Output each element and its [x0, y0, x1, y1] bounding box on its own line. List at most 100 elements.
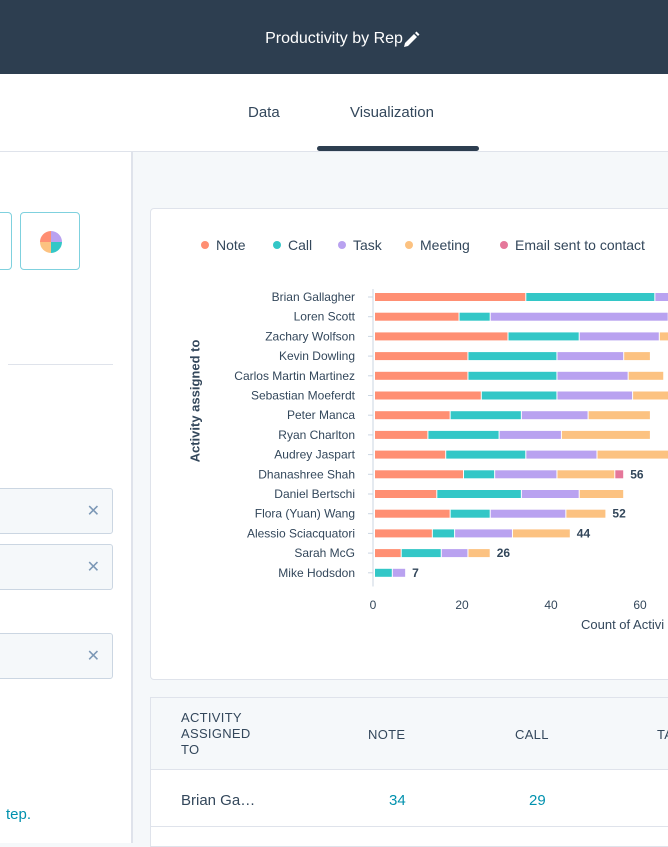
bar-segment-call[interactable] [375, 569, 392, 577]
bar-segment-task[interactable] [455, 529, 512, 537]
bar-segment-task[interactable] [491, 313, 668, 321]
category-label: Brian Gallagher [272, 290, 355, 304]
bar-segment-task[interactable] [495, 470, 556, 478]
table-cell-note[interactable]: 34 [389, 792, 406, 809]
column-header-note[interactable]: NOTE [368, 727, 405, 742]
bar-segment-note[interactable] [375, 313, 459, 321]
table-header: ACTIVITY ASSIGNED TO NOTE CALL TA [151, 698, 668, 770]
category-label: Audrey Jaspart [274, 448, 355, 462]
bar-total-label: 26 [497, 546, 511, 560]
chart-type-button-bar[interactable] [0, 212, 12, 270]
bar-segment-meeting[interactable] [598, 451, 668, 459]
category-label: Dhanashree Shah [258, 467, 355, 481]
bar-segment-task[interactable] [442, 549, 468, 557]
bar-segment-call[interactable] [468, 372, 556, 380]
bar-segment-call[interactable] [482, 392, 557, 400]
x-tick-label: 20 [455, 598, 469, 612]
bar-segment-task[interactable] [500, 431, 561, 439]
bar-segment-meeting[interactable] [513, 529, 570, 537]
filter-pill[interactable]: ✕ [0, 544, 113, 590]
bar-segment-note[interactable] [375, 392, 481, 400]
bar-segment-call[interactable] [460, 313, 490, 321]
bar-segment-task[interactable] [491, 510, 566, 518]
bar-segment-call[interactable] [451, 510, 490, 518]
bar-segment-task[interactable] [557, 392, 632, 400]
bar-segment-task[interactable] [557, 352, 623, 360]
bar-total-label: 56 [630, 467, 644, 481]
bar-segment-call[interactable] [446, 451, 525, 459]
report-header: Productivity by Rep [0, 0, 668, 74]
bar-segment-meeting[interactable] [580, 490, 624, 498]
bar-segment-meeting[interactable] [468, 549, 489, 557]
bar-segment-meeting[interactable] [633, 392, 668, 400]
bar-segment-meeting[interactable] [624, 352, 650, 360]
bar-segment-call[interactable] [451, 411, 521, 419]
panel-divider [8, 364, 113, 365]
bar-segment-meeting[interactable] [566, 510, 605, 518]
column-header-call[interactable]: CALL [515, 727, 549, 742]
remove-filter-icon[interactable]: ✕ [87, 501, 100, 521]
bar-segment-call[interactable] [464, 470, 494, 478]
active-tab-indicator [317, 146, 479, 151]
bar-segment-email-sent-to-contact[interactable] [615, 470, 623, 478]
filter-pill[interactable]: ✕ [0, 633, 113, 679]
bar-segment-meeting[interactable] [589, 411, 650, 419]
bar-segment-task[interactable] [522, 411, 588, 419]
chart-type-button-pie[interactable] [20, 212, 80, 270]
pencil-edit-icon[interactable] [402, 31, 420, 49]
bar-segment-note[interactable] [375, 510, 450, 518]
bar-segment-note[interactable] [375, 332, 508, 340]
column-header-assigned[interactable]: ACTIVITY ASSIGNED TO [181, 710, 271, 758]
bar-segment-call[interactable] [509, 332, 579, 340]
x-tick-label: 0 [370, 598, 377, 612]
tab-visualization[interactable]: Visualization [350, 104, 434, 121]
bar-segment-meeting[interactable] [660, 332, 668, 340]
left-panel: ✕ ✕ ✕ tep. [0, 152, 133, 843]
remove-filter-icon[interactable]: ✕ [87, 557, 100, 577]
step-link[interactable]: tep. [6, 806, 31, 823]
bar-total-label: 7 [412, 566, 419, 580]
bar-segment-note[interactable] [375, 529, 432, 537]
bar-total-label: 44 [577, 526, 591, 540]
bar-segment-note[interactable] [375, 451, 445, 459]
bar-segment-note[interactable] [375, 470, 463, 478]
bar-segment-note[interactable] [375, 293, 525, 301]
bar-segment-note[interactable] [375, 372, 467, 380]
table-cell-call[interactable]: 29 [529, 792, 546, 809]
tab-data[interactable]: Data [248, 104, 280, 121]
bar-segment-meeting[interactable] [557, 470, 614, 478]
bar-segment-task[interactable] [393, 569, 405, 577]
bar-segment-note[interactable] [375, 431, 427, 439]
bar-segment-call[interactable] [402, 549, 441, 557]
filter-pill[interactable]: ✕ [0, 488, 113, 534]
category-label: Sebastian Moeferdt [251, 389, 356, 403]
category-label: Flora (Yuan) Wang [255, 507, 355, 521]
bar-segment-call[interactable] [428, 431, 498, 439]
remove-filter-icon[interactable]: ✕ [87, 646, 100, 666]
bar-segment-task[interactable] [580, 332, 659, 340]
bar-segment-meeting[interactable] [562, 431, 650, 439]
bar-segment-note[interactable] [375, 411, 450, 419]
category-label: Ryan Charlton [278, 428, 355, 442]
bar-segment-note[interactable] [375, 549, 401, 557]
bar-segment-note[interactable] [375, 490, 436, 498]
category-label: Loren Scott [294, 310, 356, 324]
category-label: Sarah McG [294, 546, 355, 560]
bar-segment-call[interactable] [433, 529, 454, 537]
bar-segment-meeting[interactable] [629, 372, 664, 380]
column-header-task[interactable]: TA [657, 727, 668, 742]
bar-segment-task[interactable] [526, 451, 596, 459]
category-label: Daniel Bertschi [274, 487, 355, 501]
bar-segment-task[interactable] [522, 490, 579, 498]
bar-segment-call[interactable] [468, 352, 556, 360]
bar-segment-task[interactable] [557, 372, 627, 380]
bar-segment-call[interactable] [526, 293, 654, 301]
bar-segment-call[interactable] [437, 490, 521, 498]
category-label: Mike Hodsdon [278, 566, 355, 580]
category-label: Peter Manca [287, 408, 355, 422]
x-tick-label: 40 [544, 598, 558, 612]
report-title[interactable]: Productivity by Rep [0, 30, 668, 48]
bar-segment-task[interactable] [655, 293, 668, 301]
bar-segment-note[interactable] [375, 352, 467, 360]
table-row-divider [151, 826, 668, 827]
